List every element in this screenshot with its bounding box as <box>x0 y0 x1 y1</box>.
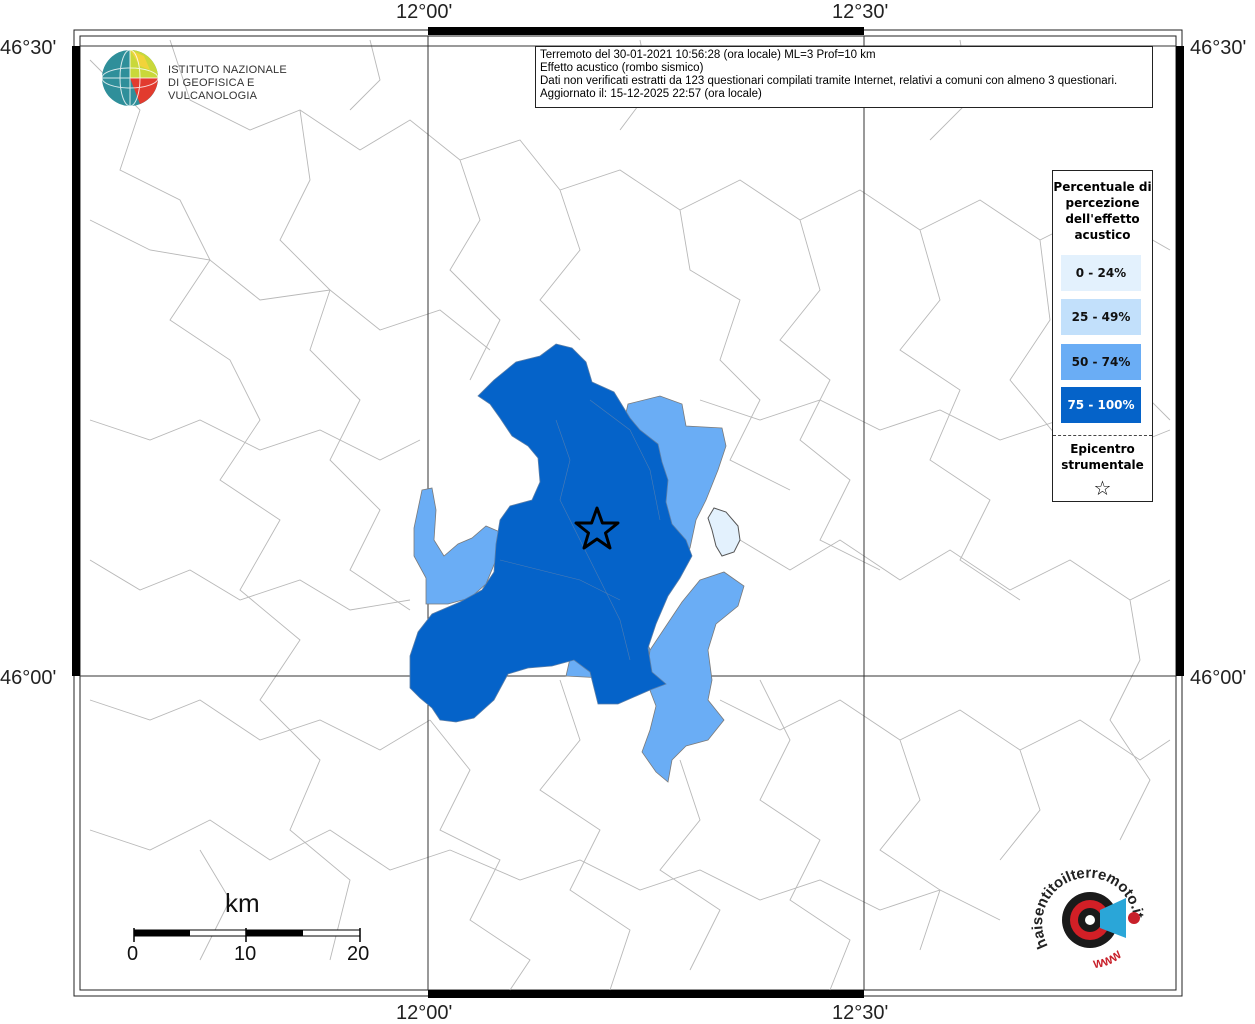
scale-unit: km <box>225 888 260 918</box>
hai-sentito-il-terremoto-logo: haisentitoilterremoto.it WWW <box>1029 858 1150 978</box>
legend-epicenter-label: Epicentro strumentale <box>1061 442 1144 472</box>
legend-swatch-25-49: 25 - 49% <box>1061 299 1141 335</box>
ingv-name-line1: ISTITUTO NAZIONALE <box>168 64 287 76</box>
legend-swatch-75-100: 75 - 100% <box>1061 387 1141 423</box>
lat-label-south-left: 46°00' <box>0 667 56 689</box>
legend-title: Percentuale di percezione dell'effetto a… <box>1053 180 1152 242</box>
scale-tick-10: 10 <box>234 943 257 965</box>
border-bar-right <box>1176 46 1184 676</box>
legend-swatch-50-74: 50 - 74% <box>1061 344 1141 380</box>
lat-label-south-right: 46°00' <box>1190 667 1246 689</box>
lon-label-east-top: 12°30' <box>832 1 888 23</box>
event-info-line2: Effetto acustico (rombo sismico) <box>540 62 704 74</box>
border-bar-top <box>428 27 864 35</box>
scale-tick-20: 20 <box>347 943 370 965</box>
event-info-line1: Terremoto del 30-01-2021 10:56:28 (ora l… <box>540 49 876 61</box>
event-info-box: Terremoto del 30-01-2021 10:56:28 (ora l… <box>535 46 1153 108</box>
ingv-logo: ISTITUTO NAZIONALE DI GEOFISICA E VULCAN… <box>100 46 320 110</box>
legend: Percentuale di percezione dell'effetto a… <box>1052 170 1153 502</box>
legend-separator <box>1053 435 1152 436</box>
event-info-line3: Dati non verificati estratti da 123 ques… <box>540 75 1118 87</box>
lat-label-north-right: 46°30' <box>1190 37 1246 59</box>
border-bar-left <box>72 46 80 676</box>
ingv-globe-icon <box>101 49 159 107</box>
lat-label-north-left: 46°30' <box>0 37 56 59</box>
lon-label-west-top: 12°00' <box>396 1 452 23</box>
scale-tick-0: 0 <box>127 943 139 965</box>
hsi-logo-www: WWW <box>1092 949 1124 972</box>
ingv-name: ISTITUTO NAZIONALE DI GEOFISICA E VULCAN… <box>168 64 320 103</box>
border-bar-bottom <box>428 990 864 998</box>
ingv-name-line2: DI GEOFISICA E VULCANOLOGIA <box>168 77 258 102</box>
lon-label-east-bottom: 12°30' <box>832 1002 888 1024</box>
lon-label-west-bottom: 12°00' <box>396 1002 452 1024</box>
legend-swatch-0-24: 0 - 24% <box>1061 255 1141 291</box>
hsi-target-icon: haisentitoilterremoto.it WWW <box>1029 865 1147 972</box>
event-info-line4: Aggiornato il: 15-12-2025 22:57 (ora loc… <box>540 88 762 100</box>
legend-epicenter-star-icon: ☆ <box>1093 476 1112 500</box>
